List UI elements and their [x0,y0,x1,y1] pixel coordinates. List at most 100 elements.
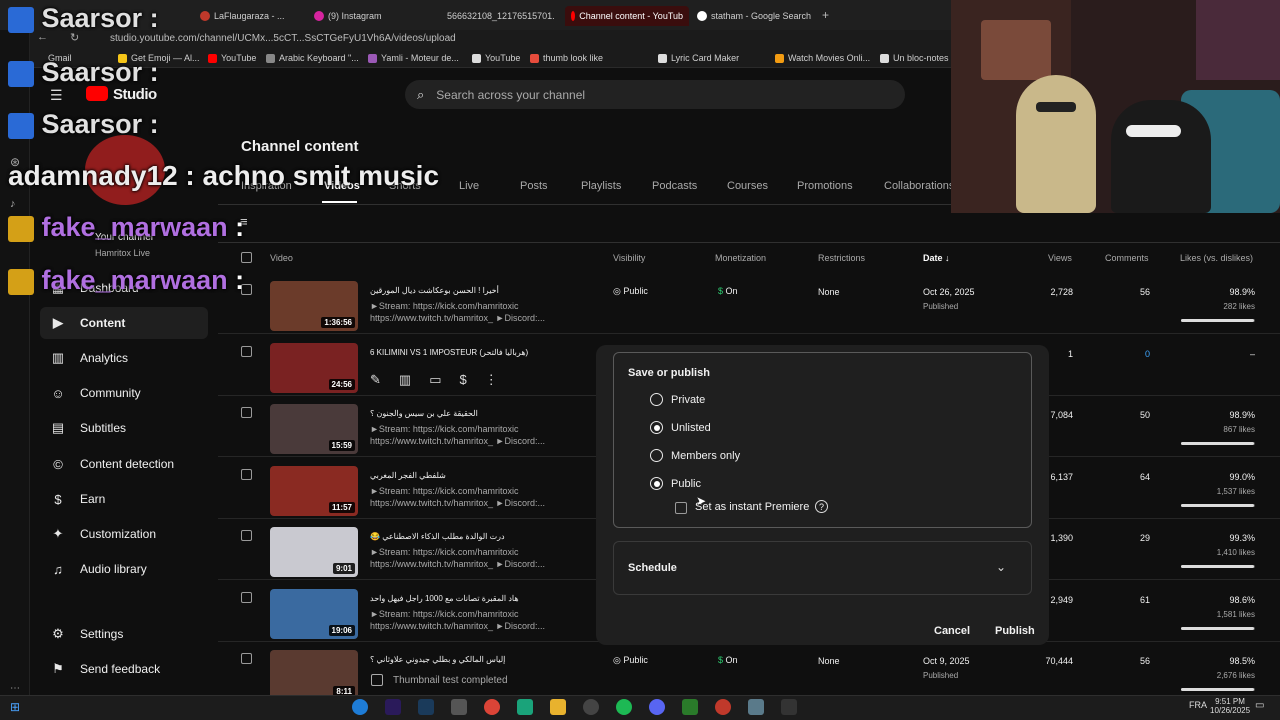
windows-start-icon[interactable]: ⊞ [10,700,20,714]
premiere-icon[interactable] [385,699,401,715]
nav-content[interactable]: ▶ Content [40,307,208,339]
nav-customization[interactable]: ✦ Customization [40,518,208,550]
video-thumbnail[interactable]: 19:06 [270,589,358,639]
col-date[interactable]: Date ↓ [923,253,950,263]
row-checkbox[interactable] [241,346,252,357]
language-indicator[interactable]: FRA [1189,700,1207,710]
nav-settings[interactable]: ⚙ Settings [40,618,208,650]
comments-cell[interactable]: 61 [1100,595,1150,605]
radio-button[interactable] [650,421,663,434]
monetization-cell[interactable]: $ On [718,286,738,296]
nav-audio-library[interactable]: ♫ Audio library [40,553,208,585]
browser-tab-active[interactable]: Channel content - YouTub [565,6,689,26]
instant-premiere-checkbox[interactable] [675,502,687,514]
bookmark-item[interactable]: Arabic Keyboard "... [266,53,359,63]
folder-icon[interactable] [550,699,566,715]
bookmark-item[interactable]: Lyric Card Maker [658,53,739,63]
more-options-icon[interactable]: ⋮ [485,372,498,388]
browser-tab[interactable]: 566632108_12176515701... [443,6,555,26]
video-title[interactable]: الحقيقة علي بن سيس والجنون ؟ [370,409,478,418]
menu-icon[interactable]: ☰ [50,87,63,104]
row-checkbox[interactable] [241,592,252,603]
video-title[interactable]: هاد المقبرة تصانات مع 1000 راجل فيهل واح… [370,594,519,603]
search-input[interactable]: ⌕ Search across your channel [405,80,905,109]
browser-tab[interactable]: LaFlaugaraza - ... [200,6,285,26]
row-checkbox[interactable] [241,407,252,418]
cancel-button[interactable]: Cancel [924,619,980,643]
analytics-icon[interactable]: ▥ [399,372,411,388]
radio-button[interactable] [650,393,663,406]
app-icon[interactable] [451,699,467,715]
edge-icon[interactable] [352,699,368,715]
tab-collaborations[interactable]: Collaborations [884,180,954,192]
chrome-icon[interactable] [484,699,500,715]
help-icon[interactable]: ? [815,500,828,513]
tab-podcasts[interactable]: Podcasts [652,180,697,192]
video-thumbnail[interactable]: 15:59 [270,404,358,454]
steam-icon[interactable] [418,699,434,715]
video-title[interactable]: 6 KILIMINI VS 1 IMPOSTEUR (هرباليا فالتح… [370,348,528,357]
radio-public[interactable]: Public [650,477,701,490]
nav-analytics[interactable]: ▥ Analytics [40,342,208,374]
bookmark-item[interactable]: thumb look like [530,53,603,63]
video-title[interactable]: أخيرا ! الحسن بوعكاشت ديال المورقين [370,286,499,295]
video-title[interactable]: شلفطي الفجر المغربي [370,471,446,480]
video-thumbnail[interactable]: 8:11 [270,650,358,700]
comments-icon[interactable]: ▭ [429,372,441,388]
url-field[interactable]: studio.youtube.com/channel/UCMx...5cCT..… [110,33,456,44]
nav-content-detection[interactable]: © Content detection [40,448,208,480]
tab-promotions[interactable]: Promotions [797,180,853,192]
nav-send-feedback[interactable]: ⚑ Send feedback [40,653,208,685]
tab-playlists[interactable]: Playlists [581,180,621,192]
nav-community[interactable]: ☺ Community [40,377,208,409]
monetization-icon[interactable]: $ [460,372,467,388]
comments-cell[interactable]: 29 [1100,533,1150,543]
opera-icon[interactable] [715,699,731,715]
bookmark-item[interactable]: Yamli - Moteur de... [368,53,459,63]
youtube-logo-icon[interactable] [86,86,108,101]
app-icon[interactable] [748,699,764,715]
select-all-checkbox[interactable] [241,252,252,263]
discord-icon[interactable] [649,699,665,715]
radio-unlisted[interactable]: Unlisted [650,421,711,434]
video-thumbnail[interactable]: 1:36:56 [270,281,358,331]
bookmark-item[interactable]: YouTube [472,53,520,63]
radio-private[interactable]: Private [650,393,705,406]
tab-live[interactable]: Live [459,180,479,192]
monetization-cell[interactable]: $ On [718,655,738,665]
more-icon[interactable]: ⋯ [10,683,20,694]
new-tab-icon[interactable]: + [822,8,829,22]
video-thumbnail[interactable]: 9:01 [270,527,358,577]
browser-tab[interactable]: (9) Instagram [314,6,382,26]
tab-courses[interactable]: Courses [727,180,768,192]
publish-button[interactable]: Publish [985,619,1045,643]
video-title[interactable]: إلياس المالكي و بطلي جيدوني علاوثاني ؟ [370,655,505,664]
clock[interactable]: 9:51 PM 10/26/2025 [1210,697,1250,715]
app-icon[interactable] [781,699,797,715]
comments-cell[interactable]: 56 [1100,287,1150,297]
visibility-cell[interactable]: ◎ Public [613,286,648,297]
nav-earn[interactable]: $ Earn [40,483,208,515]
comments-cell[interactable]: 64 [1100,472,1150,482]
tab-posts[interactable]: Posts [520,180,548,192]
edit-icon[interactable]: ✎ [370,372,381,388]
notification-icon[interactable]: ▭ [1255,700,1264,711]
comments-cell[interactable]: 56 [1100,656,1150,666]
video-title[interactable]: 😂 درت الوالدة مطلب الذكاء الاصطناعي [370,532,505,541]
comments-cell[interactable]: 50 [1100,410,1150,420]
row-checkbox[interactable] [241,530,252,541]
table-row[interactable] [218,642,1280,703]
spotify-icon[interactable] [616,699,632,715]
browser-tab[interactable]: statham - Google Search [697,6,815,26]
nav-subtitles[interactable]: ▤ Subtitles [40,412,208,444]
radio-button[interactable] [650,449,663,462]
radio-button[interactable] [650,477,663,490]
visibility-cell[interactable]: ◎ Public [613,655,648,666]
tiktok-icon[interactable]: ♪ [10,198,16,210]
video-thumbnail[interactable]: 24:56 [270,343,358,393]
bookmark-item[interactable]: YouTube [208,53,256,63]
app-icon[interactable] [517,699,533,715]
studio-logo[interactable]: Studio [113,86,157,103]
radio-members-only[interactable]: Members only [650,449,740,462]
row-checkbox[interactable] [241,469,252,480]
